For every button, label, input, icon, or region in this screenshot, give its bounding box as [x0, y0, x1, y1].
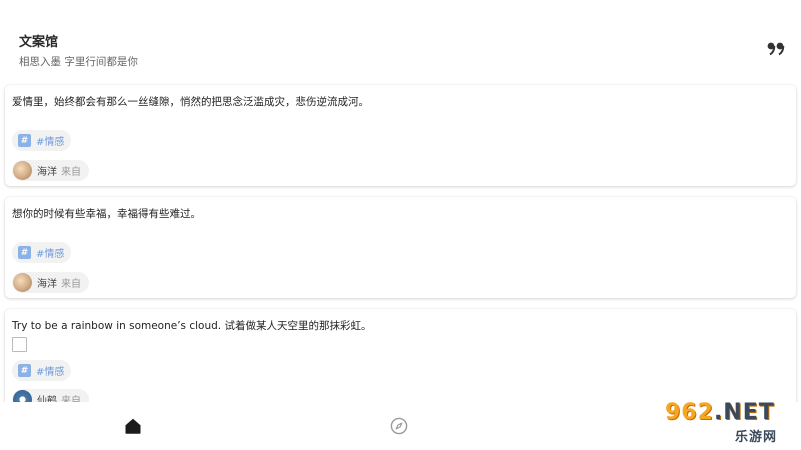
image-placeholder-checkbox[interactable] [12, 337, 27, 352]
topic-tag[interactable]: # #情感 [12, 130, 72, 151]
author-chip[interactable]: 仙鹤 来自 [12, 389, 89, 402]
home-icon [125, 418, 141, 434]
compass-icon [390, 417, 408, 435]
app-title: 文案馆 [19, 35, 59, 50]
hashtag-icon: # [18, 246, 31, 259]
topic-tag-label: #情感 [36, 249, 65, 260]
nav-home-tab[interactable] [124, 417, 142, 435]
post-card[interactable]: Try to be a rainbow in someone’s cloud. … [5, 309, 796, 402]
watermark-brand: 962 [665, 400, 714, 425]
app-header: 文案馆 相思入墨 字里行间都是你 [0, 0, 801, 80]
avatar [13, 273, 32, 292]
author-name: 海洋 [37, 167, 57, 178]
nav-discover-tab[interactable] [390, 417, 408, 435]
site-watermark: 962.NET 乐游网 [661, 400, 797, 445]
topic-tag[interactable]: # #情感 [12, 242, 72, 263]
watermark-logo: 962.NET [665, 400, 775, 425]
watermark-domain: .NET [713, 400, 775, 425]
topic-tag[interactable]: # #情感 [12, 360, 72, 381]
post-text: 想你的时候有些幸福，幸福得有些难过。 [12, 208, 201, 220]
app-subtitle: 相思入墨 字里行间都是你 [19, 56, 138, 68]
author-name: 仙鹤 [37, 396, 57, 402]
author-chip[interactable]: 海洋 来自 [12, 272, 89, 293]
author-from-label: 来自 [61, 279, 81, 290]
avatar [13, 390, 32, 402]
watermark-subtitle: 乐游网 [735, 430, 778, 445]
post-text: 爱情里，始终都会有那么一丝缝隙，悄然的把思念泛滥成灾，悲伤逆流成河。 [12, 96, 369, 108]
quote-icon-glyph [767, 42, 785, 56]
hashtag-icon: # [18, 134, 31, 147]
author-chip[interactable]: 海洋 来自 [12, 160, 89, 181]
post-card[interactable]: 爱情里，始终都会有那么一丝缝隙，悄然的把思念泛滥成灾，悲伤逆流成河。 # #情感… [5, 85, 796, 186]
hashtag-icon: # [18, 364, 31, 377]
post-card[interactable]: 想你的时候有些幸福，幸福得有些难过。 # #情感 海洋 来自 [5, 197, 796, 298]
avatar [13, 161, 32, 180]
author-name: 海洋 [37, 279, 57, 290]
author-from-label: 来自 [61, 396, 81, 402]
author-from-label: 来自 [61, 167, 81, 178]
topic-tag-label: #情感 [36, 367, 65, 378]
post-text: Try to be a rainbow in someone’s cloud. … [12, 320, 372, 332]
topic-tag-label: #情感 [36, 137, 65, 148]
post-feed[interactable]: 爱情里，始终都会有那么一丝缝隙，悄然的把思念泛滥成灾，悲伤逆流成河。 # #情感… [0, 82, 801, 402]
quote-icon[interactable] [767, 40, 787, 58]
